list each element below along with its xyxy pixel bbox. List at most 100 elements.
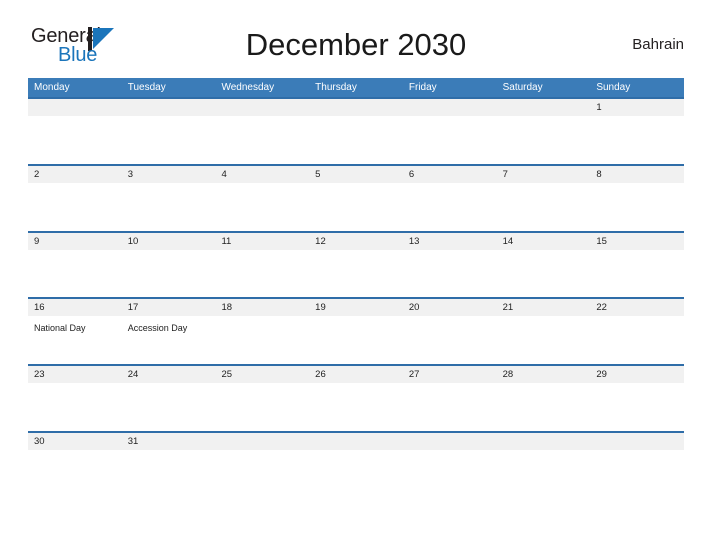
- calendar-grid: Monday Tuesday Wednesday Thursday Friday…: [28, 78, 684, 473]
- day-event-cell[interactable]: [122, 383, 216, 433]
- day-number: 8: [596, 168, 602, 180]
- day-number: 7: [502, 168, 508, 180]
- day-event-cell[interactable]: [497, 116, 591, 166]
- day-cell[interactable]: 29: [590, 366, 684, 383]
- day-number: 9: [34, 235, 40, 247]
- day-event-cell[interactable]: National Day: [28, 316, 122, 366]
- day-event-cell[interactable]: [28, 383, 122, 433]
- day-event-cell[interactable]: [309, 316, 403, 366]
- day-cell[interactable]: 15: [590, 233, 684, 250]
- day-cell[interactable]: [590, 433, 684, 450]
- day-event-cell[interactable]: [28, 450, 122, 473]
- day-cell[interactable]: 16: [28, 299, 122, 316]
- day-event-cell[interactable]: [215, 450, 309, 473]
- day-event-cell[interactable]: Accession Day: [122, 316, 216, 366]
- day-cell[interactable]: 23: [28, 366, 122, 383]
- day-cell[interactable]: 21: [497, 299, 591, 316]
- day-event-cell[interactable]: [497, 316, 591, 366]
- day-cell[interactable]: [497, 433, 591, 450]
- day-event-cell[interactable]: [122, 183, 216, 233]
- day-event-cell[interactable]: [590, 383, 684, 433]
- day-cell[interactable]: 2: [28, 166, 122, 183]
- day-cell[interactable]: 3: [122, 166, 216, 183]
- day-event-cell[interactable]: [215, 183, 309, 233]
- day-event-cell[interactable]: [215, 250, 309, 300]
- day-event-cell[interactable]: [403, 116, 497, 166]
- day-cell[interactable]: 14: [497, 233, 591, 250]
- day-cell[interactable]: [309, 433, 403, 450]
- day-cell[interactable]: 19: [309, 299, 403, 316]
- day-cell[interactable]: 30: [28, 433, 122, 450]
- day-number: 19: [315, 302, 326, 314]
- day-cell[interactable]: [403, 99, 497, 116]
- day-event-cell[interactable]: [497, 383, 591, 433]
- day-event-cell[interactable]: [28, 250, 122, 300]
- day-cell[interactable]: 28: [497, 366, 591, 383]
- day-number: 16: [34, 302, 45, 314]
- day-cell[interactable]: 12: [309, 233, 403, 250]
- day-event-cell[interactable]: [497, 183, 591, 233]
- day-event-cell[interactable]: [590, 450, 684, 473]
- day-event-cell[interactable]: [309, 250, 403, 300]
- day-event-cell[interactable]: [403, 316, 497, 366]
- day-event-cell[interactable]: [215, 316, 309, 366]
- day-event-cell[interactable]: [309, 116, 403, 166]
- day-cell[interactable]: 1: [590, 99, 684, 116]
- day-cell[interactable]: 11: [215, 233, 309, 250]
- day-cell[interactable]: 25: [215, 366, 309, 383]
- day-cell[interactable]: [403, 433, 497, 450]
- day-cell[interactable]: 31: [122, 433, 216, 450]
- day-cell[interactable]: [215, 99, 309, 116]
- day-cell[interactable]: 9: [28, 233, 122, 250]
- day-cell[interactable]: [122, 99, 216, 116]
- week-daynumber-band: 2 3 4 5 6 7 8: [28, 165, 684, 183]
- day-event-cell[interactable]: [590, 116, 684, 166]
- day-cell[interactable]: 8: [590, 166, 684, 183]
- day-cell[interactable]: [215, 433, 309, 450]
- day-cell[interactable]: 5: [309, 166, 403, 183]
- calendar-week-row: 30 31: [28, 430, 684, 473]
- day-cell[interactable]: 24: [122, 366, 216, 383]
- day-cell[interactable]: [309, 99, 403, 116]
- day-event-cell[interactable]: [590, 183, 684, 233]
- day-event-cell[interactable]: [403, 183, 497, 233]
- day-cell[interactable]: 7: [497, 166, 591, 183]
- day-event-cell[interactable]: [122, 450, 216, 473]
- day-cell[interactable]: 26: [309, 366, 403, 383]
- day-cell[interactable]: 13: [403, 233, 497, 250]
- day-cell[interactable]: [28, 99, 122, 116]
- calendar-week-row: 9 10 11 12 13 14 15: [28, 230, 684, 300]
- calendar-week-row: 1: [28, 97, 684, 166]
- day-cell[interactable]: 4: [215, 166, 309, 183]
- day-cell[interactable]: 18: [215, 299, 309, 316]
- day-cell[interactable]: 27: [403, 366, 497, 383]
- page-title: December 2030: [245, 27, 467, 62]
- day-event-cell[interactable]: [497, 250, 591, 300]
- day-cell[interactable]: [497, 99, 591, 116]
- day-event-cell[interactable]: [122, 116, 216, 166]
- day-event-cell[interactable]: [403, 383, 497, 433]
- day-event-cell[interactable]: [403, 450, 497, 473]
- day-cell[interactable]: 10: [122, 233, 216, 250]
- day-event-cell[interactable]: [309, 183, 403, 233]
- day-cell[interactable]: 6: [403, 166, 497, 183]
- day-event-cell[interactable]: [215, 383, 309, 433]
- day-cell[interactable]: 17: [122, 299, 216, 316]
- day-number: 10: [127, 235, 139, 247]
- day-event-cell[interactable]: [590, 316, 684, 366]
- day-event-cell[interactable]: [497, 450, 591, 473]
- day-event-cell[interactable]: [309, 450, 403, 473]
- day-event-cell[interactable]: [590, 250, 684, 300]
- weekday-header-row: Monday Tuesday Wednesday Thursday Friday…: [28, 78, 684, 97]
- day-event-cell[interactable]: [122, 250, 216, 300]
- weekday-header-wednesday: Wednesday: [221, 82, 275, 93]
- weekday-header-sunday: Sunday: [596, 82, 631, 93]
- day-event-cell[interactable]: [309, 383, 403, 433]
- day-event-cell[interactable]: [28, 116, 122, 166]
- day-event-cell[interactable]: [28, 183, 122, 233]
- day-event-cell[interactable]: [215, 116, 309, 166]
- day-event-cell[interactable]: [403, 250, 497, 300]
- day-cell[interactable]: 22: [590, 299, 684, 316]
- day-cell[interactable]: 20: [403, 299, 497, 316]
- day-number: 5: [315, 168, 321, 180]
